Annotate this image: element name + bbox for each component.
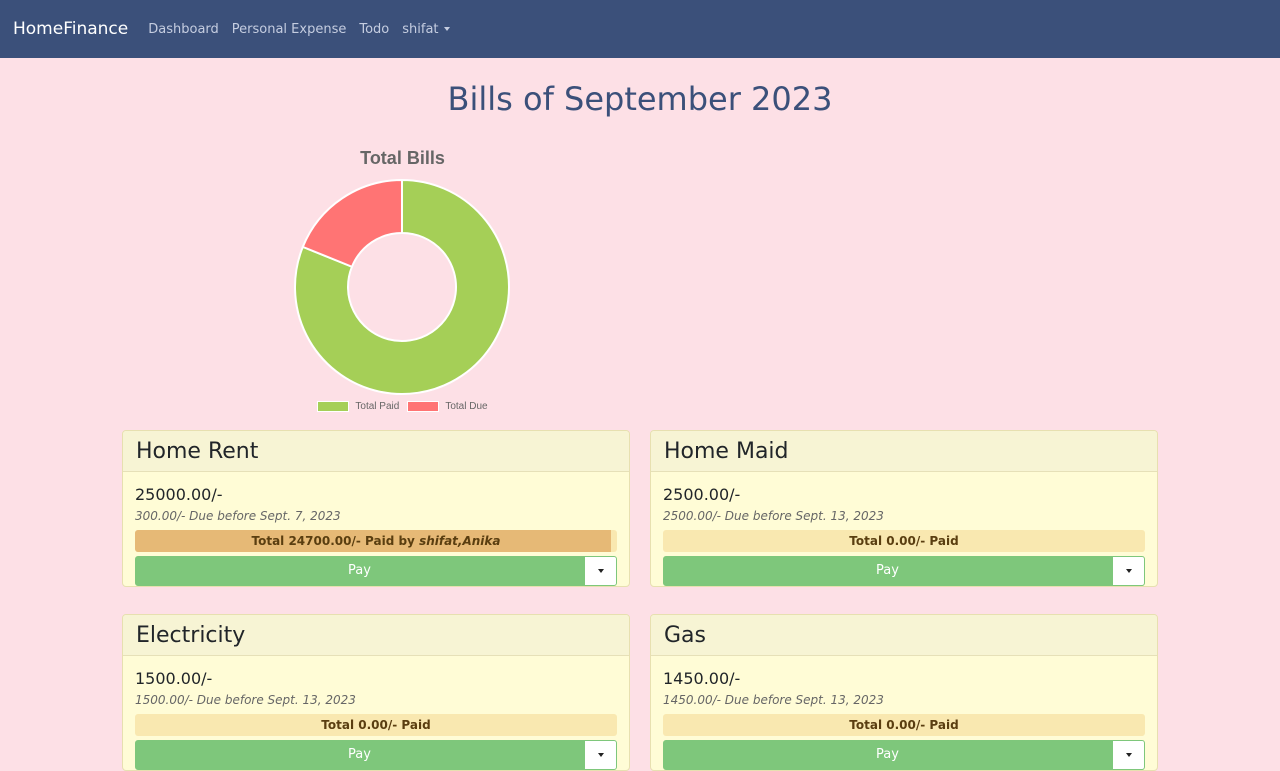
paid-progress: Total 0.00/- Paid: [663, 714, 1145, 736]
pay-dropdown-toggle[interactable]: [584, 556, 617, 586]
bill-due: 1500.00/- Due before Sept. 13, 2023: [135, 693, 356, 707]
legend-swatch-paid: [317, 401, 350, 412]
bill-card-electricity: Electricity 1500.00/- 1500.00/- Due befo…: [122, 614, 630, 771]
bill-name: Gas: [651, 615, 1157, 656]
bill-due: 300.00/- Due before Sept. 7, 2023: [135, 509, 341, 523]
paid-text: Total 0.00/- Paid: [321, 718, 431, 732]
pay-dropdown-toggle[interactable]: [1112, 740, 1145, 770]
bill-card-gas: Gas 1450.00/- 1450.00/- Due before Sept.…: [650, 614, 1158, 771]
nav-todo[interactable]: Todo: [359, 22, 389, 37]
pay-dropdown-toggle[interactable]: [584, 740, 617, 770]
paid-text: Total 0.00/- Paid: [849, 534, 959, 548]
donut-chart: [294, 178, 510, 395]
bill-name: Home Maid: [651, 431, 1157, 472]
legend-label-paid: Total Paid: [355, 401, 400, 412]
bill-amount: 25000.00/-: [135, 485, 223, 504]
brand-logo[interactable]: HomeFinance: [13, 19, 128, 39]
paid-progress: Total 0.00/- Paid: [663, 530, 1145, 552]
bill-amount: 1450.00/-: [663, 669, 741, 688]
legend-label-due: Total Due: [445, 401, 488, 412]
bill-card-home-rent: Home Rent 25000.00/- 300.00/- Due before…: [122, 430, 630, 587]
bills-chart: Total Bills Total Paid Total Due: [270, 140, 535, 420]
caret-down-icon: [1125, 753, 1132, 757]
caret-down-icon: [597, 569, 604, 573]
legend-swatch-due: [407, 401, 440, 412]
caret-down-icon: [597, 753, 604, 757]
pay-button[interactable]: Pay: [663, 556, 1112, 586]
user-dropdown[interactable]: shifat: [402, 21, 450, 37]
bill-name: Electricity: [123, 615, 629, 656]
caret-down-icon: [1125, 569, 1132, 573]
navbar: HomeFinance Dashboard Personal Expense T…: [0, 0, 1280, 58]
bill-amount: 2500.00/-: [663, 485, 741, 504]
caret-down-icon: [443, 27, 450, 31]
pay-button[interactable]: Pay: [663, 740, 1112, 770]
paid-by: shifat,Anika: [419, 534, 501, 548]
pay-button[interactable]: Pay: [135, 740, 584, 770]
bill-due: 2500.00/- Due before Sept. 13, 2023: [663, 509, 884, 523]
paid-text: Total 24700.00/- Paid by: [251, 534, 420, 548]
paid-progress: Total 24700.00/- Paid by shifat,Anika: [135, 530, 617, 552]
page-title: Bills of September 2023: [447, 80, 833, 118]
bill-card-home-maid: Home Maid 2500.00/- 2500.00/- Due before…: [650, 430, 1158, 587]
bill-name: Home Rent: [123, 431, 629, 472]
bill-due: 1450.00/- Due before Sept. 13, 2023: [663, 693, 884, 707]
pay-button[interactable]: Pay: [135, 556, 584, 586]
nav-dashboard[interactable]: Dashboard: [148, 22, 219, 37]
paid-text: Total 0.00/- Paid: [849, 718, 959, 732]
bill-amount: 1500.00/-: [135, 669, 213, 688]
donut-slice-due[interactable]: [301, 178, 403, 269]
legend-item-due[interactable]: Total Due: [407, 401, 488, 412]
nav-personal-expense[interactable]: Personal Expense: [232, 22, 347, 37]
paid-progress: Total 0.00/- Paid: [135, 714, 617, 736]
chart-legend: Total Paid Total Due: [270, 401, 535, 412]
pay-dropdown-toggle[interactable]: [1112, 556, 1145, 586]
legend-item-paid[interactable]: Total Paid: [317, 401, 399, 412]
user-name: shifat: [402, 21, 439, 37]
